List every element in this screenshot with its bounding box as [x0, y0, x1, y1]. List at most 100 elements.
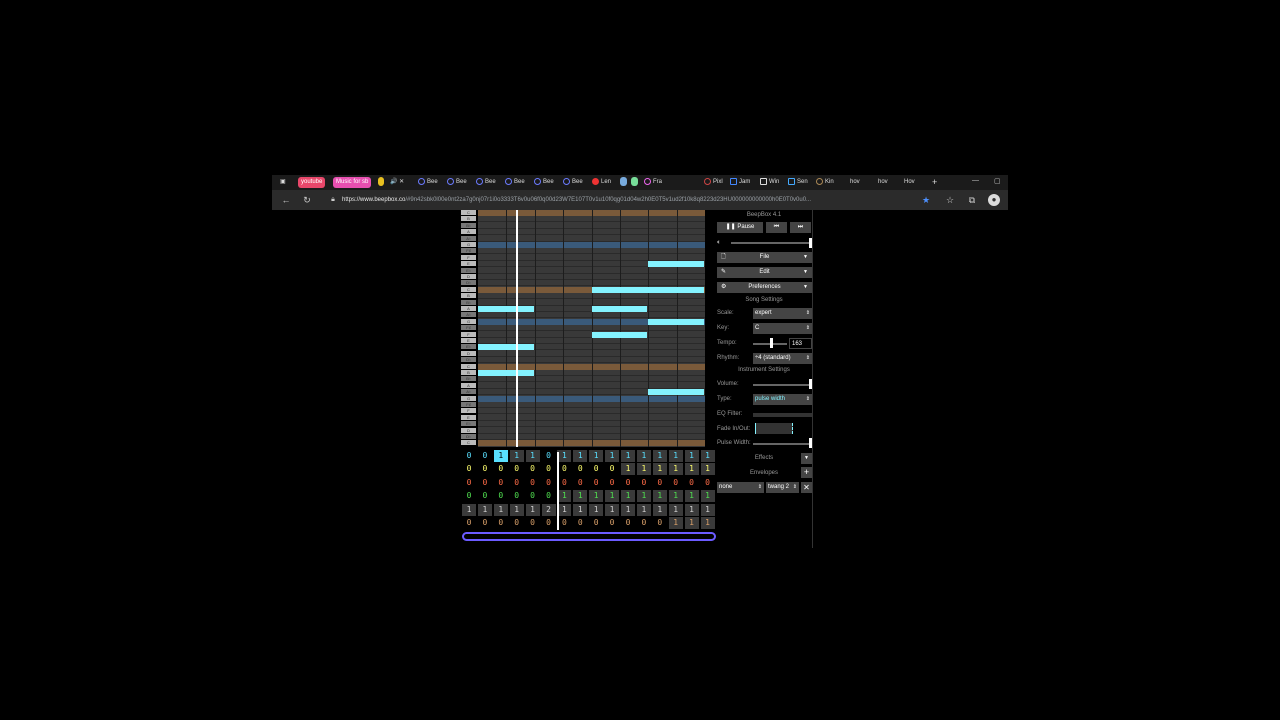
piano-key[interactable]: F: [461, 408, 476, 414]
pattern-cell[interactable]: 1: [573, 503, 588, 516]
track-scrollbar[interactable]: [462, 532, 716, 541]
minimize-icon[interactable]: —: [972, 177, 979, 184]
pattern-cell[interactable]: 0: [494, 490, 508, 502]
lock-icon[interactable]: 🔒︎: [327, 194, 339, 206]
pattern-cell[interactable]: 1: [525, 503, 540, 516]
pattern-cell[interactable]: 1: [636, 450, 651, 462]
pattern-cell[interactable]: 0: [510, 517, 524, 529]
pattern-cell[interactable]: 0: [494, 477, 508, 489]
pattern-cell[interactable]: 0: [494, 463, 508, 475]
pattern-cell[interactable]: 1: [684, 517, 699, 529]
pattern-cell[interactable]: 1: [700, 450, 715, 462]
pattern-cell[interactable]: 0: [478, 517, 492, 529]
pattern-cell[interactable]: 0: [653, 477, 667, 489]
pattern-cell[interactable]: 0: [542, 463, 556, 475]
pattern-cell[interactable]: 1: [557, 490, 572, 503]
pattern-cell[interactable]: 1: [621, 450, 635, 462]
next-bar-button[interactable]: ⏭: [790, 222, 811, 233]
maximize-icon[interactable]: ▢: [994, 177, 1001, 185]
piano-key[interactable]: B♭: [461, 299, 476, 305]
pattern-cell[interactable]: 1: [668, 503, 683, 516]
tab-jam[interactable]: Jam: [730, 177, 750, 188]
tab-group-marker-2[interactable]: [620, 177, 627, 186]
pattern-cell[interactable]: 0: [557, 517, 571, 529]
pattern-grid[interactable]: 0011101111111111000000000011111100000000…: [460, 450, 716, 534]
pattern-cell[interactable]: 1: [589, 490, 604, 503]
pattern-cell[interactable]: 0: [462, 463, 476, 475]
tab-sen[interactable]: Sen: [788, 177, 808, 188]
tab-hov-1[interactable]: hov: [850, 177, 860, 188]
tab-fra[interactable]: Fra: [644, 177, 662, 188]
pattern-cell[interactable]: 1: [605, 490, 620, 503]
piano-key[interactable]: G: [461, 395, 476, 401]
tab-kin[interactable]: Kin: [816, 177, 834, 188]
pattern-cell[interactable]: 1: [477, 503, 492, 516]
piano-key[interactable]: D: [461, 427, 476, 433]
pattern-cell[interactable]: 0: [605, 477, 619, 489]
piano-key[interactable]: D: [461, 274, 476, 279]
tab-actions-icon[interactable]: ▣: [280, 177, 288, 188]
piano-key[interactable]: B♭: [461, 222, 476, 228]
pattern-cell[interactable]: 0: [542, 477, 556, 489]
edit-menu[interactable]: ✎ Edit ▼: [717, 267, 812, 278]
piano-key[interactable]: C: [461, 440, 476, 446]
pattern-cell[interactable]: 0: [573, 463, 587, 475]
profile-avatar[interactable]: ●: [988, 194, 1000, 206]
piano-key[interactable]: F♯: [461, 325, 476, 331]
pattern-cell[interactable]: 1: [700, 517, 715, 529]
note[interactable]: [648, 389, 705, 396]
pattern-cell[interactable]: 0: [605, 517, 619, 529]
tab-music-for-sb[interactable]: Music for sb: [333, 177, 372, 188]
piano-key[interactable]: G: [461, 242, 476, 247]
piano-key[interactable]: A♭: [461, 389, 476, 395]
pattern-cell[interactable]: 1: [700, 463, 715, 476]
pattern-cell[interactable]: 1: [668, 517, 683, 529]
pattern-cell[interactable]: 1: [621, 503, 635, 516]
pattern-cell[interactable]: 0: [685, 477, 699, 489]
piano-roll[interactable]: [478, 210, 705, 447]
piano-key[interactable]: A: [461, 306, 476, 311]
key-select[interactable]: C ⇕: [753, 323, 812, 334]
pattern-cell[interactable]: 0: [510, 490, 524, 502]
pattern-cell[interactable]: 1: [700, 490, 715, 503]
piano-key[interactable]: D♭: [461, 280, 476, 286]
pattern-cell[interactable]: 2: [541, 503, 556, 516]
pattern-cell[interactable]: 0: [478, 490, 492, 502]
fade-editor[interactable]: [755, 423, 793, 434]
envelope-target-select[interactable]: none ⇕: [717, 482, 764, 493]
back-icon[interactable]: ←: [280, 194, 292, 206]
pattern-cell[interactable]: 1: [557, 503, 572, 516]
pattern-cell[interactable]: 1: [684, 490, 699, 503]
note[interactable]: [591, 331, 648, 338]
pattern-cell[interactable]: 1: [636, 490, 651, 503]
pattern-cell[interactable]: 0: [526, 477, 540, 489]
instrument-volume-slider[interactable]: [753, 384, 812, 386]
pattern-cell[interactable]: 0: [478, 463, 492, 475]
tab-beepbox-2[interactable]: Bee: [447, 177, 467, 188]
tab-pixl[interactable]: Pixl: [704, 177, 723, 188]
piano-key[interactable]: D: [461, 350, 476, 356]
piano-key[interactable]: E♭: [461, 344, 476, 350]
pattern-cell[interactable]: 0: [510, 463, 524, 475]
piano-key[interactable]: B: [461, 216, 476, 222]
pattern-cell[interactable]: 0: [510, 477, 524, 489]
pattern-cell[interactable]: 1: [589, 503, 604, 516]
tempo-input[interactable]: 163: [789, 338, 812, 349]
tab-group-marker-3[interactable]: [631, 177, 638, 186]
file-menu[interactable]: 🗋 File ▼: [717, 252, 812, 263]
pattern-cell[interactable]: 0: [637, 477, 651, 489]
type-select[interactable]: pulse width ⇕: [753, 394, 812, 405]
piano-key[interactable]: C: [461, 363, 476, 369]
tab-len[interactable]: Len: [592, 177, 611, 188]
tab-youtube[interactable]: youtube: [298, 177, 326, 188]
note[interactable]: [591, 306, 648, 312]
url-field[interactable]: https://www.beepbox.co/#9n42sbk0l00e0nt2…: [342, 194, 882, 206]
eq-filter-editor[interactable]: [753, 413, 812, 417]
pattern-cell[interactable]: 1: [652, 503, 667, 516]
favorites-icon[interactable]: ☆: [944, 194, 956, 206]
pattern-cell[interactable]: 1: [621, 490, 635, 503]
tab-beepbox-6[interactable]: Bee: [563, 177, 583, 188]
pattern-cell[interactable]: 1: [589, 450, 604, 462]
pattern-cell[interactable]: 0: [621, 477, 635, 489]
pattern-cell[interactable]: 0: [462, 490, 476, 502]
